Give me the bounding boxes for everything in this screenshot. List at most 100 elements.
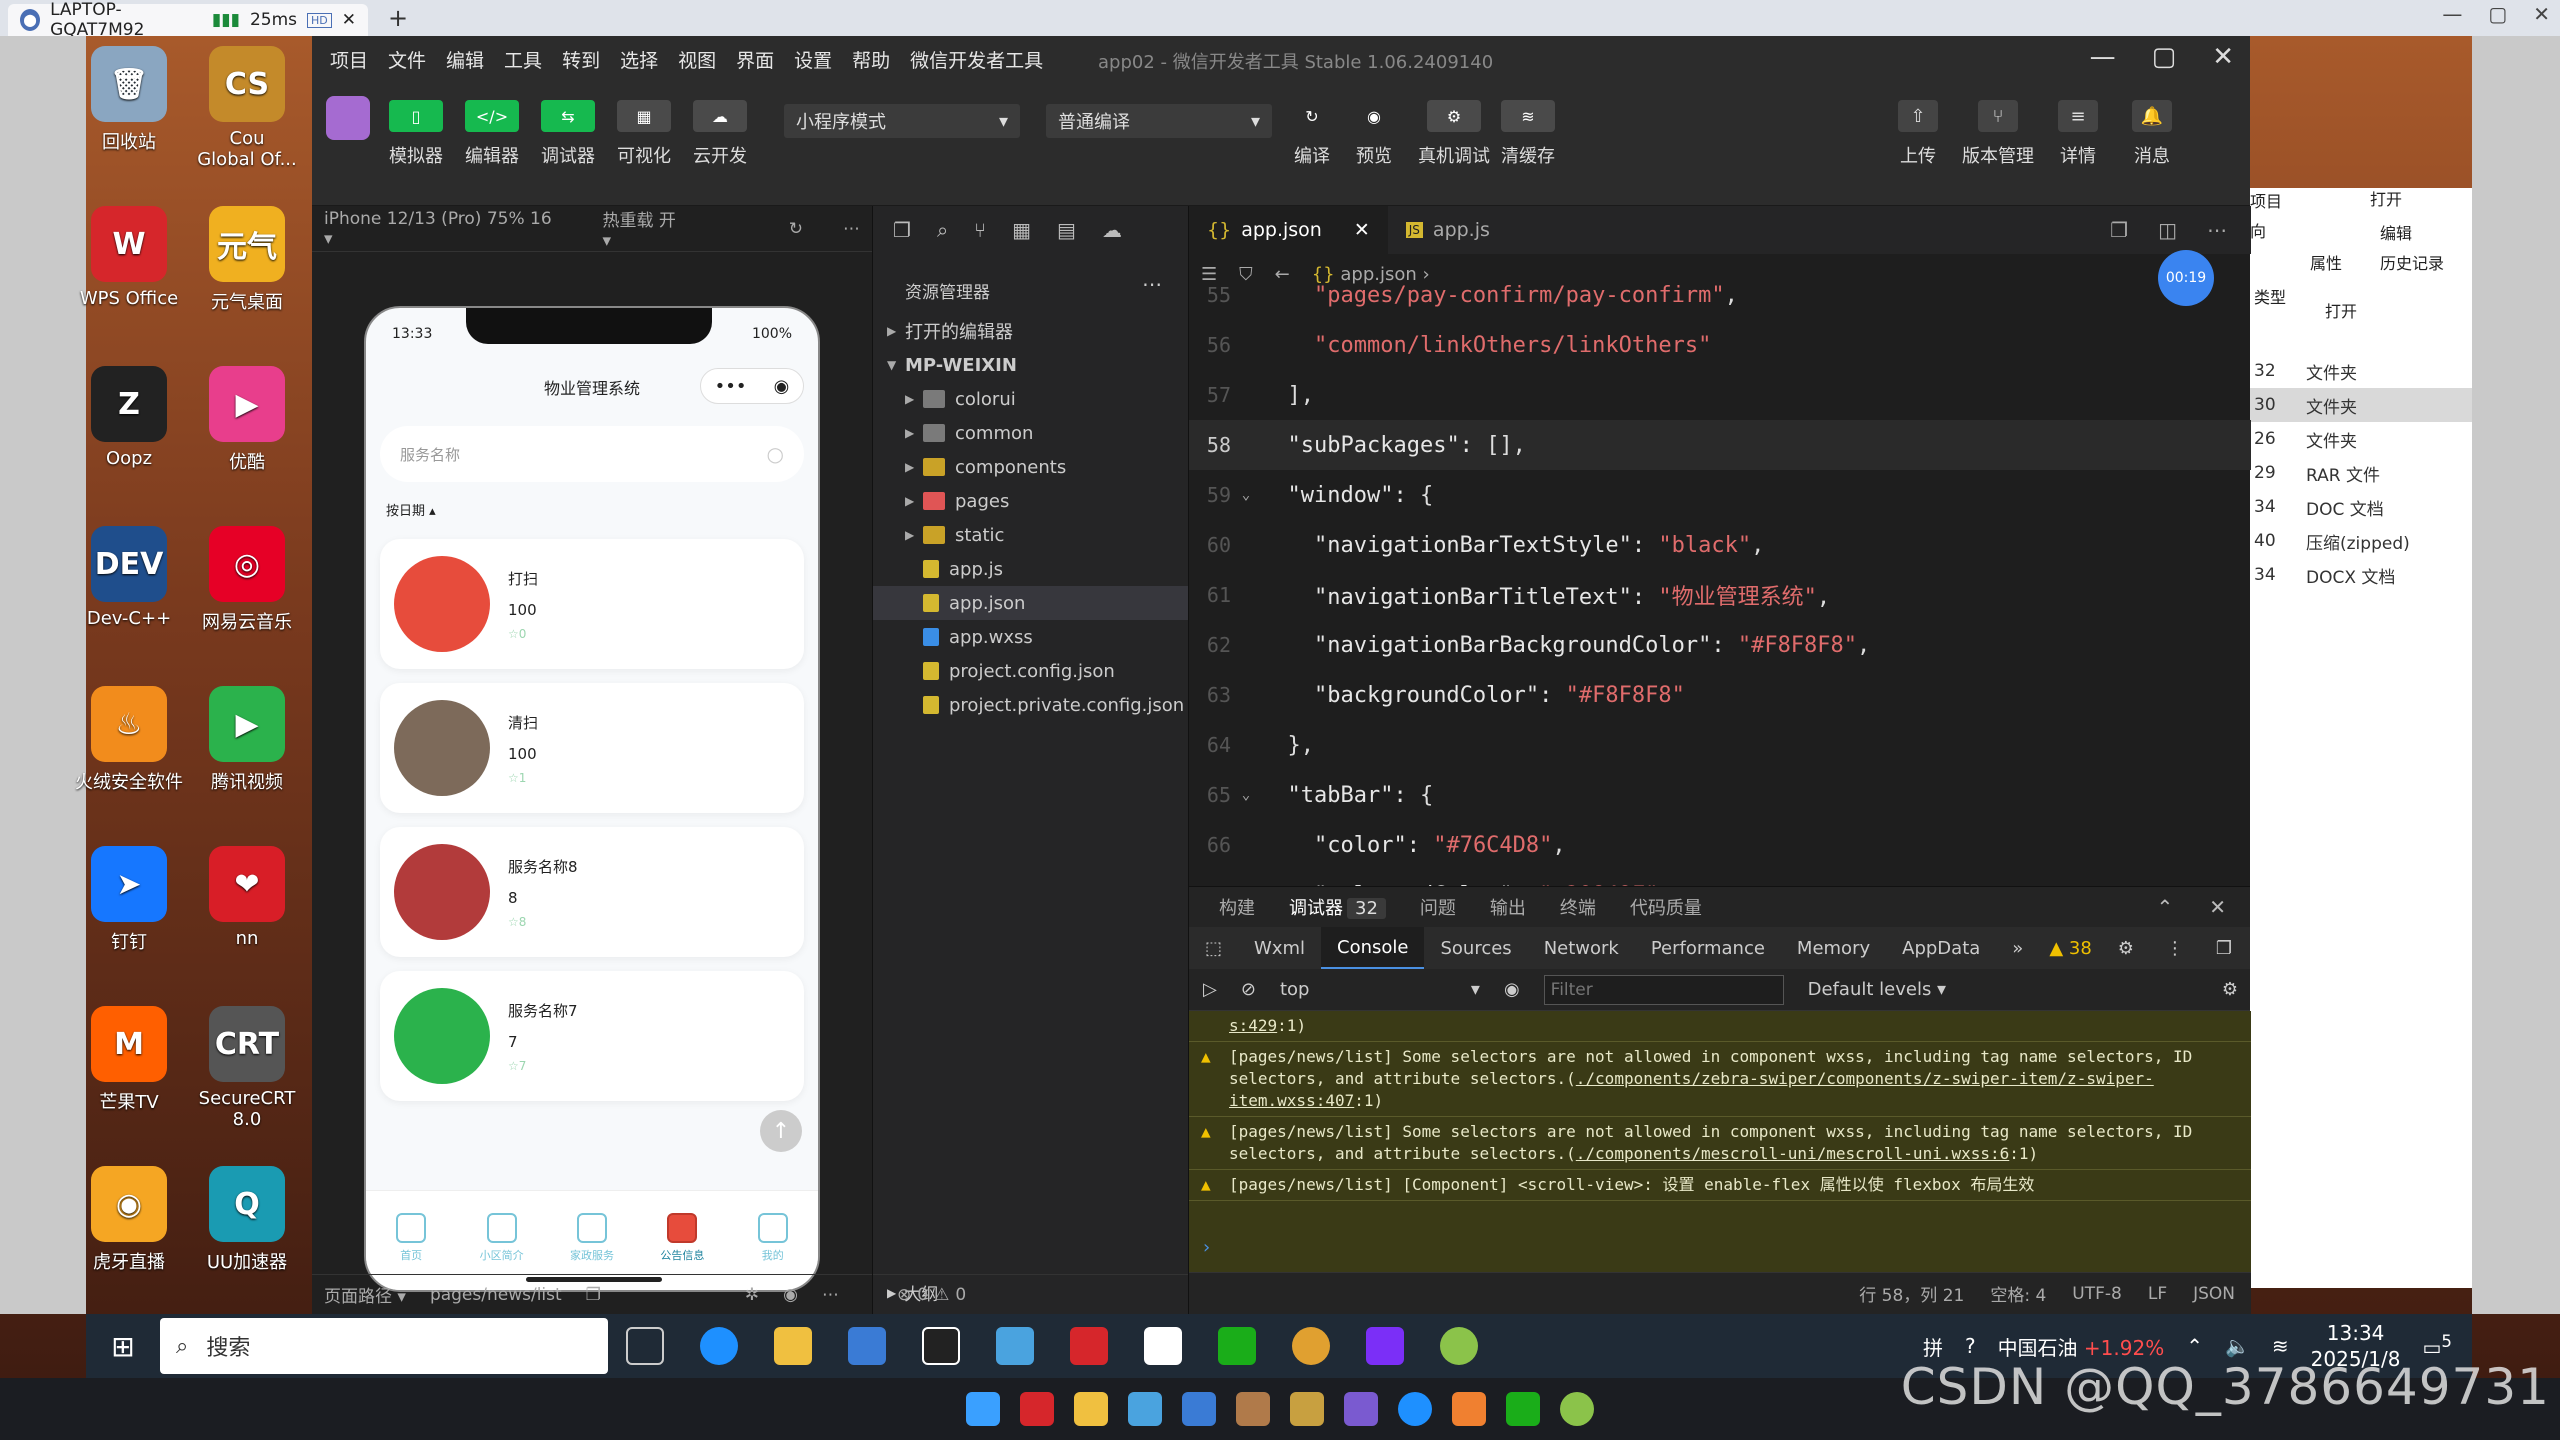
console-prompt[interactable]: › <box>1201 1237 1212 1258</box>
devtab-performance[interactable]: Performance <box>1635 927 1781 969</box>
explorer-ribbon-label[interactable]: 项目 <box>2250 188 2282 212</box>
warning-count-badge[interactable]: ▲ 38 <box>2039 938 2101 959</box>
visual-button[interactable]: ▦ 可视化 <box>612 100 676 168</box>
menu-select[interactable]: 选择 <box>610 46 668 73</box>
debugger-button[interactable]: ⇆ 调试器 <box>536 100 600 168</box>
windows-start-button[interactable]: ⊞ <box>86 1330 160 1363</box>
tree-folder[interactable]: ▶ static <box>873 518 1189 552</box>
page-path-label[interactable]: 页面路径 ▾ <box>324 1282 406 1307</box>
menu-devtools[interactable]: 微信开发者工具 <box>900 46 1053 73</box>
explorer-ribbon-label[interactable]: 打开 <box>2370 186 2402 210</box>
vscode-like-icon[interactable] <box>922 1327 960 1365</box>
remote-debug-button[interactable]: ⚙ 真机调试 <box>1416 100 1492 168</box>
desktop-icon[interactable]: Z Oopz <box>74 366 184 469</box>
task-view-icon[interactable] <box>626 1327 664 1365</box>
menu-interface[interactable]: 界面 <box>726 46 784 73</box>
service-card[interactable]: 服务名称7 7 ☆7 <box>380 971 804 1101</box>
tree-file[interactable]: app.wxss <box>873 620 1189 654</box>
help-icon[interactable]: ? <box>1965 1334 1976 1358</box>
chevron-up-icon[interactable]: ⌃ <box>2186 1334 2203 1358</box>
refresh-icon[interactable]: ↻ <box>789 219 803 239</box>
copy-icon[interactable]: ❐ <box>586 1285 601 1305</box>
version-button[interactable]: ⑂ 版本管理 <box>1958 100 2038 168</box>
ide-maximize-button[interactable]: ▢ <box>2152 42 2177 72</box>
host-wechat-icon[interactable] <box>1560 1392 1594 1426</box>
code-area[interactable]: 55 "pages/pay-confirm/pay-confirm", 56 "c… <box>1189 283 2251 908</box>
desktop-icon[interactable]: CRT SecureCRT 8.0 <box>192 1006 302 1130</box>
debug-icon[interactable]: ✲ <box>745 1285 759 1305</box>
ide-minimize-button[interactable]: — <box>2090 42 2116 72</box>
explorer-row[interactable]: 34 DOCX 文档 <box>2250 558 2472 592</box>
git-icon[interactable]: ⑂ <box>974 218 986 242</box>
tab-app-json[interactable]: {} app.json ✕ <box>1189 206 1388 254</box>
network-icon[interactable]: ≋ <box>2272 1334 2289 1358</box>
explorer-ribbon-label[interactable]: 向 <box>2250 218 2266 242</box>
minimize-button[interactable]: — <box>2442 2 2462 26</box>
desktop-icon[interactable]: DEV Dev-C++ <box>74 526 184 629</box>
menu-settings[interactable]: 设置 <box>784 46 842 73</box>
encoding[interactable]: UTF-8 <box>2072 1284 2122 1304</box>
tree-folder[interactable]: ▶ pages <box>873 484 1189 518</box>
ide-close-button[interactable]: ✕ <box>2212 42 2234 72</box>
desktop-icon[interactable]: M 芒果TV <box>74 1006 184 1114</box>
explorer-row[interactable]: 40 压缩(zipped) <box>2250 524 2472 558</box>
edge-icon[interactable] <box>700 1327 738 1365</box>
tab-problems[interactable]: 问题 <box>1420 894 1456 920</box>
problems-summary[interactable]: ⊗ 0 ⚠ 0 <box>873 1274 1189 1314</box>
more-icon[interactable]: ⋯ <box>2207 218 2227 242</box>
tree-folder[interactable]: ▶ components <box>873 450 1189 484</box>
qq-icon[interactable] <box>1144 1327 1182 1365</box>
tab-app-js[interactable]: JS app.js <box>1388 206 1508 254</box>
mode-select[interactable]: 小程序模式 ▾ <box>784 104 1020 138</box>
open-editors-section[interactable]: ▶ 打开的编辑器 <box>873 314 1189 348</box>
tab-code-quality[interactable]: 代码质量 <box>1630 894 1702 920</box>
tree-file[interactable]: project.private.config.json <box>873 688 1189 722</box>
project-root[interactable]: ▼ MP-WEIXIN <box>873 348 1189 382</box>
new-tab-button[interactable]: + <box>388 4 408 32</box>
desktop-icon[interactable]: ◎ 网易云音乐 <box>192 526 302 634</box>
compile-button[interactable]: ↻ 编译 <box>1280 100 1344 168</box>
log-levels-select[interactable]: Default levels ▾ <box>1808 979 1946 1000</box>
host-blue-app-icon[interactable] <box>1128 1392 1162 1426</box>
devtab-memory[interactable]: Memory <box>1781 927 1886 969</box>
storage-icon[interactable]: ▤ <box>1057 218 1076 242</box>
open-file-icon[interactable]: ❐ <box>2110 218 2128 242</box>
preview-button[interactable]: ◉ 预览 <box>1342 100 1406 168</box>
devtab-network[interactable]: Network <box>1528 927 1635 969</box>
split-editor-icon[interactable]: ◫ <box>2158 218 2177 242</box>
tree-file[interactable]: app.json <box>873 586 1189 620</box>
inspect-icon[interactable]: ⬚ <box>1189 927 1238 969</box>
sort-by-date[interactable]: 按日期 ▴ <box>366 494 818 525</box>
more-icon[interactable]: ⋯ <box>843 219 860 239</box>
messages-button[interactable]: 🔔 消息 <box>2112 100 2192 168</box>
stock-widget[interactable]: 中国石油 +1.92% <box>1998 1332 2165 1361</box>
devtab-sources[interactable]: Sources <box>1424 927 1527 969</box>
compile-select[interactable]: 普通编译 ▾ <box>1046 104 1272 138</box>
menu-edit[interactable]: 编辑 <box>436 46 494 73</box>
details-button[interactable]: ≡ 详情 <box>2038 100 2118 168</box>
ime-indicator[interactable]: 拼 <box>1923 1332 1943 1361</box>
desktop-icon[interactable]: ➤ 钉钉 <box>74 846 184 954</box>
desktop-icon[interactable]: ▶ 腾讯视频 <box>192 686 302 794</box>
file-explorer-icon[interactable] <box>774 1327 812 1365</box>
taskbar-search-box[interactable]: ⌕ 搜索 <box>160 1318 608 1374</box>
maximize-button[interactable]: ▢ <box>2488 2 2507 26</box>
menu-project[interactable]: 项目 <box>320 46 378 73</box>
tree-file[interactable]: app.js <box>873 552 1189 586</box>
simulator-button[interactable]: ▯ 模拟器 <box>384 100 448 168</box>
close-icon[interactable]: ✕ <box>2209 895 2226 919</box>
undock-icon[interactable]: ❐ <box>2200 927 2248 969</box>
remote-session-tab[interactable]: ⬤ LAPTOP-GQAT7M92 ▮▮▮ 25ms HD ✕ <box>8 0 368 40</box>
host-notes-icon[interactable] <box>1182 1392 1216 1426</box>
explorer-row[interactable]: 30 文件夹 <box>2250 388 2472 422</box>
desktop-icon[interactable]: W WPS Office <box>74 206 184 309</box>
kebab-icon[interactable]: ⋮ <box>2150 927 2200 969</box>
service-search-input[interactable]: 服务名称 ○ <box>380 426 804 482</box>
host-game-icon[interactable] <box>1236 1392 1270 1426</box>
notification-icon[interactable]: ▭5 <box>2422 1332 2452 1360</box>
explorer-row[interactable]: 29 RAR 文件 <box>2250 456 2472 490</box>
service-card[interactable]: 服务名称8 8 ☆8 <box>380 827 804 957</box>
console-source-link[interactable]: s:429 <box>1229 1016 1277 1035</box>
tab-output[interactable]: 输出 <box>1490 894 1526 920</box>
host-devtools-icon[interactable] <box>1506 1392 1540 1426</box>
